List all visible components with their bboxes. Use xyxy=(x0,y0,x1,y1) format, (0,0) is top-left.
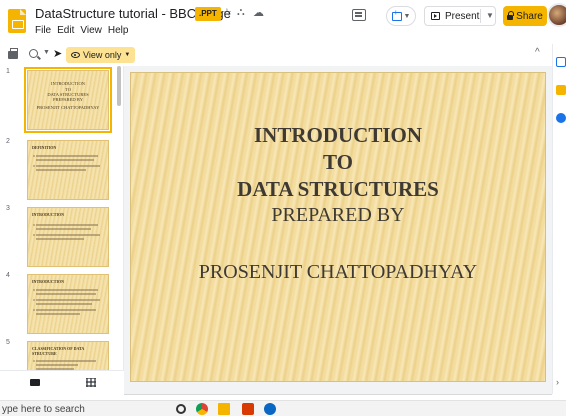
view-only-label: View only xyxy=(83,50,122,60)
present-button[interactable]: Present ▼ xyxy=(424,6,496,26)
present-label: Present xyxy=(445,10,480,22)
collapse-menus-icon[interactable]: ^ xyxy=(535,47,540,58)
thumb-title: INTRODUCTION xyxy=(32,279,65,284)
calendar-icon[interactable] xyxy=(556,57,566,67)
menu-view[interactable]: View xyxy=(80,25,102,36)
slide-title-line: INTRODUCTION xyxy=(253,123,423,147)
thumb-line: PREPARED BY xyxy=(53,97,83,102)
toolbar: ▼ ➤ View only ▼ ^ xyxy=(0,44,552,66)
slideshow-icon xyxy=(431,12,440,20)
slide-thumbnail[interactable]: INTRODUCTION TO DATA STRUCTURES PREPARED… xyxy=(24,67,112,133)
slide-subtitle: PREPARED BY xyxy=(271,204,405,226)
cortana-icon[interactable] xyxy=(176,404,186,414)
menu-edit[interactable]: Edit xyxy=(57,25,74,36)
filmstrip-slide[interactable]: 1 INTRODUCTION TO DATA STRUCTURES PREPAR… xyxy=(0,66,118,133)
taskbar-search-input[interactable]: ype here to search xyxy=(2,404,85,415)
present-to-meeting-button[interactable]: ▼ xyxy=(386,6,416,26)
slide-number: 1 xyxy=(6,68,10,75)
slide-number: 2 xyxy=(6,138,10,145)
cloud-status-icon[interactable]: ☁ xyxy=(253,6,264,19)
slide-thumbnail[interactable]: INTRODUCTION xyxy=(27,274,109,334)
slides-logo-icon[interactable] xyxy=(8,9,26,33)
thumb-title: INTRODUCTION xyxy=(32,212,65,217)
slide-title-line: TO xyxy=(323,150,353,174)
chevron-down-icon: ▼ xyxy=(124,52,131,58)
keep-icon[interactable] xyxy=(556,85,566,95)
menu-bar: File Edit View Help xyxy=(35,25,128,36)
print-icon[interactable] xyxy=(8,48,18,59)
menu-file[interactable]: File xyxy=(35,25,51,36)
slide-thumbnail[interactable]: DEFINITION xyxy=(27,140,109,200)
thumb-title: DEFINITION xyxy=(32,145,57,150)
chrome-icon[interactable] xyxy=(196,403,208,415)
view-only-button[interactable]: View only ▼ xyxy=(66,47,136,63)
filmstrip-slide[interactable]: 3 INTRODUCTION xyxy=(0,203,118,269)
filmstrip-slide[interactable]: 5 CLASSIFICATION OF DATA STRUCTURE xyxy=(0,337,118,370)
thumb-title: INTRODUCTION xyxy=(51,81,85,86)
menu-help[interactable]: Help xyxy=(108,25,129,36)
tasks-icon[interactable] xyxy=(556,113,566,123)
grid-view-icon[interactable] xyxy=(86,378,96,387)
slide-number: 5 xyxy=(6,339,10,346)
current-slide[interactable]: INTRODUCTION TO DATA STRUCTURES PREPARED… xyxy=(130,72,546,382)
edge-icon[interactable] xyxy=(264,403,276,415)
slide-thumbnail[interactable]: INTRODUCTION xyxy=(27,207,109,267)
thumb-line: PROSENJIT CHATTOPADHYAY xyxy=(36,105,100,110)
slide-author: PROSENJIT CHATTOPADHYAY xyxy=(198,261,478,283)
slide-canvas: INTRODUCTION TO DATA STRUCTURES PREPARED… xyxy=(124,66,552,394)
zoom-icon[interactable] xyxy=(29,49,38,58)
filmstrip-slide[interactable]: 4 INTRODUCTION xyxy=(0,270,118,336)
side-panel-expand-icon[interactable]: › xyxy=(556,377,559,387)
star-icon[interactable]: ☆ xyxy=(222,6,232,19)
slide-filmstrip: 1 INTRODUCTION TO DATA STRUCTURES PREPAR… xyxy=(0,66,124,370)
comment-history-icon[interactable] xyxy=(352,9,366,21)
chevron-down-icon: ▼ xyxy=(403,12,411,20)
eye-icon xyxy=(71,52,80,58)
zoom-chevron-icon[interactable]: ▼ xyxy=(43,49,50,56)
present-options-chevron-icon[interactable]: ▼ xyxy=(486,11,494,20)
office-icon[interactable] xyxy=(242,403,254,415)
add-to-meeting-icon xyxy=(391,8,402,21)
slide-thumbnail[interactable]: CLASSIFICATION OF DATA STRUCTURE xyxy=(27,341,109,370)
user-avatar[interactable] xyxy=(547,3,566,27)
share-button[interactable]: Share xyxy=(503,6,547,26)
taskbar: ype here to search xyxy=(0,400,566,416)
lock-icon xyxy=(507,11,515,20)
slide-number: 3 xyxy=(6,205,10,212)
thumb-title: CLASSIFICATION OF DATA STRUCTURE xyxy=(32,346,85,356)
filmstrip-slide[interactable]: 2 DEFINITION xyxy=(0,136,118,202)
move-to-folder-icon[interactable]: ⛬ xyxy=(237,6,245,19)
file-type-badge: .PPT xyxy=(195,7,221,21)
slide-title-line: DATA STRUCTURES xyxy=(237,177,439,201)
select-cursor-icon[interactable]: ➤ xyxy=(53,47,62,60)
filmstrip-scrollbar[interactable] xyxy=(117,66,121,106)
share-label: Share xyxy=(516,10,543,22)
file-explorer-icon[interactable] xyxy=(218,403,230,415)
side-panel xyxy=(552,44,566,394)
filmstrip-view-controls xyxy=(0,370,124,394)
slide-number: 4 xyxy=(6,272,10,279)
filmstrip-view-icon[interactable] xyxy=(30,379,40,386)
app-header: DataStructure tutorial - BBCollege .PPT … xyxy=(0,0,566,44)
